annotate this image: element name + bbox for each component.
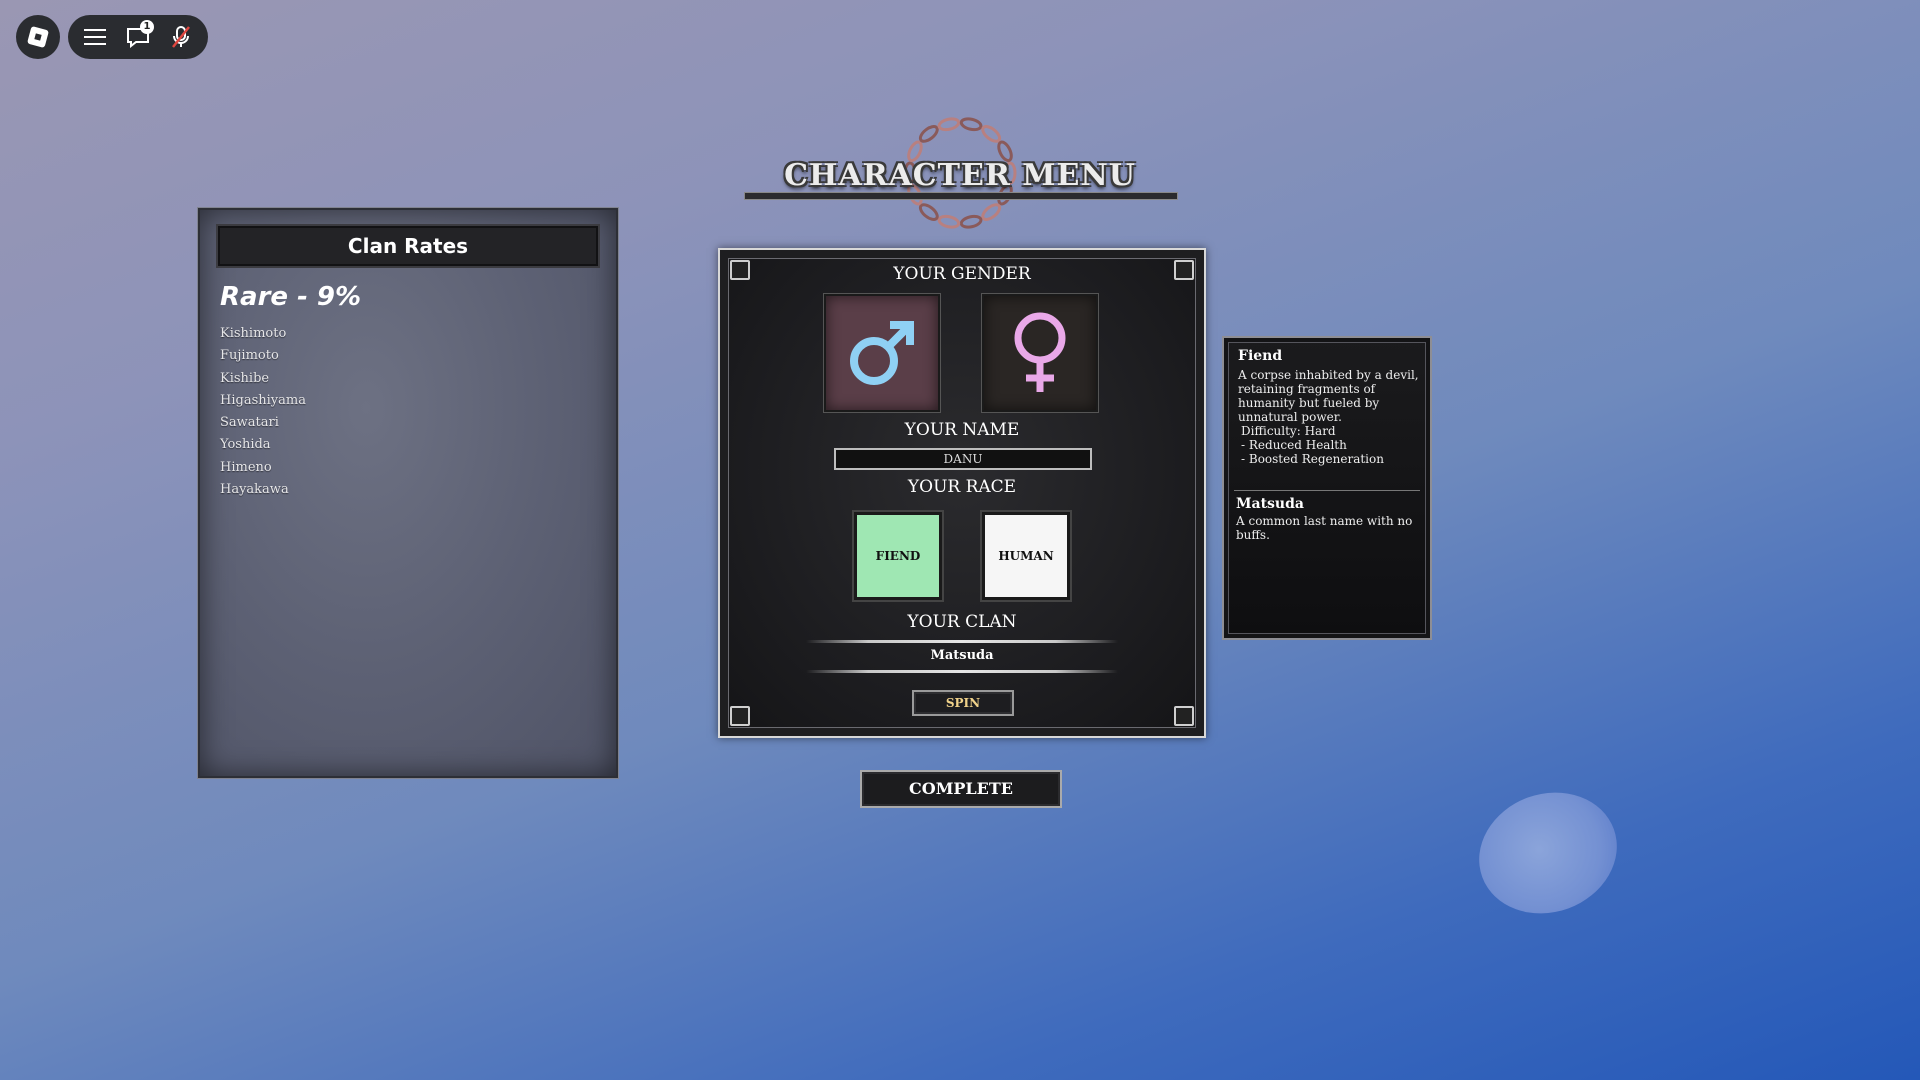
clan-rates-panel: Clan Rates Rare - 9% Kishimoto Fujimoto Ki… xyxy=(198,208,618,778)
name-input[interactable]: DANU xyxy=(834,448,1092,470)
clan-list-item: Sawatari xyxy=(220,415,279,431)
info-divider xyxy=(1234,490,1420,491)
moon-decoration xyxy=(1462,773,1634,933)
clan-info-text: A common last name with no buffs. xyxy=(1236,514,1413,542)
info-panel: Fiend A corpse inhabited by a devil, ret… xyxy=(1222,336,1432,640)
name-label: YOUR NAME xyxy=(904,420,1020,440)
chain-link xyxy=(959,117,983,132)
female-symbol-icon xyxy=(1014,312,1066,392)
clan-info-title: Matsuda xyxy=(1236,496,1304,512)
chain-link xyxy=(981,203,1002,221)
corner-ornament xyxy=(730,706,750,726)
menu-icon xyxy=(84,29,107,45)
clan-divider-top xyxy=(806,640,1118,643)
race-trait: - Reduced Health xyxy=(1241,438,1347,452)
chat-button[interactable]: 1 xyxy=(120,19,156,55)
clan-value: Matsuda xyxy=(930,648,994,663)
notification-badge: 1 xyxy=(139,20,154,34)
clan-rates-title: Clan Rates xyxy=(216,224,600,268)
mic-button[interactable] xyxy=(163,19,199,55)
male-symbol-icon xyxy=(850,321,914,385)
race-human-button[interactable]: HUMAN xyxy=(982,512,1070,600)
race-info-title: Fiend xyxy=(1238,348,1283,364)
chain-link xyxy=(918,125,939,143)
clan-list-item: Higashiyama xyxy=(220,392,306,408)
chain-link xyxy=(918,203,939,221)
gender-label: YOUR GENDER xyxy=(893,264,1031,284)
clan-list-item: Hayakawa xyxy=(220,482,289,498)
clan-list: Kishimoto Fujimoto Kishibe Higashiyama Sawat… xyxy=(220,323,306,501)
race-trait: - Boosted Regeneration xyxy=(1241,452,1384,466)
spin-button[interactable]: SPIN xyxy=(912,690,1014,716)
race-difficulty: Difficulty: Hard xyxy=(1241,424,1336,438)
character-menu-title: CHARACTER MENU xyxy=(784,158,1136,193)
clan-divider-bottom xyxy=(806,670,1118,673)
race-info-text: A corpse inhabited by a devil, retaining… xyxy=(1238,368,1422,466)
title-underline xyxy=(744,192,1178,200)
corner-ornament xyxy=(1174,706,1194,726)
complete-button[interactable]: COMPLETE xyxy=(860,770,1062,808)
roblox-logo-icon xyxy=(26,25,50,49)
clan-list-item: Kishimoto xyxy=(220,326,287,341)
race-label: YOUR RACE xyxy=(907,477,1017,497)
mic-muted-icon xyxy=(171,26,190,48)
rarity-tier-label: Rare - 9% xyxy=(220,282,362,312)
character-menu-panel: YOUR GENDER YOUR NAME DANU YOUR RACE FIE… xyxy=(718,248,1206,738)
chain-link xyxy=(981,125,1002,143)
top-bar: 1 xyxy=(68,15,208,59)
race-description: A corpse inhabited by a devil, retaining… xyxy=(1238,368,1419,424)
clan-list-item: Kishibe xyxy=(220,370,270,386)
gender-male-button[interactable] xyxy=(824,294,940,412)
chain-link xyxy=(937,214,961,229)
roblox-logo-button[interactable] xyxy=(16,15,60,59)
chain-link xyxy=(959,214,983,229)
race-fiend-button[interactable]: FIEND xyxy=(854,512,942,600)
chain-link xyxy=(937,117,961,132)
gender-female-button[interactable] xyxy=(982,294,1098,412)
clan-list-item: Yoshida xyxy=(220,437,271,453)
clan-list-item: Fujimoto xyxy=(220,348,279,364)
clan-label: YOUR CLAN xyxy=(907,612,1017,632)
clan-list-item: Himeno xyxy=(220,459,272,475)
menu-button[interactable] xyxy=(77,19,113,55)
